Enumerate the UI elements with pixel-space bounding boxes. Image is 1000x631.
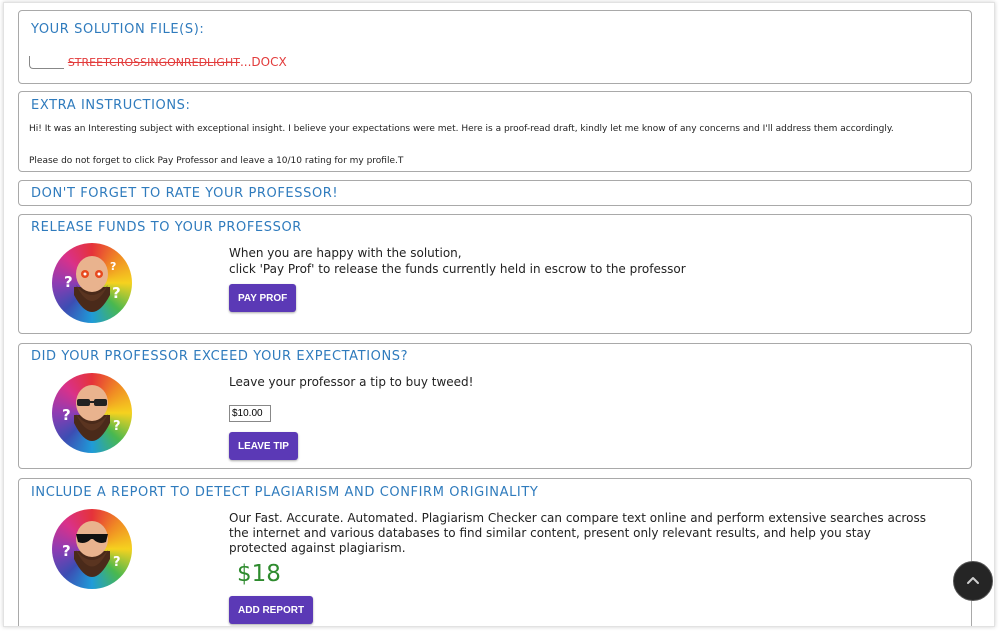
report-price: $18 [237, 561, 281, 587]
rate-professor-panel: DON'T FORGET TO RATE YOUR PROFESSOR! [18, 180, 972, 206]
svg-text:?: ? [62, 542, 71, 560]
chevron-up-icon [967, 577, 979, 584]
svg-text:?: ? [64, 273, 73, 291]
rate-professor-heading: DON'T FORGET TO RATE YOUR PROFESSOR! [31, 186, 339, 201]
plagiarism-report-heading: INCLUDE A REPORT TO DETECT PLAGIARISM AN… [31, 485, 539, 500]
tip-text: Leave your professor a tip to buy tweed! [229, 375, 474, 389]
release-funds-line-1: When you are happy with the solution, [229, 246, 462, 260]
solution-file-row: STREETCROSSINGONREDLIGHT...DOCX [29, 55, 287, 69]
svg-text:?: ? [113, 419, 121, 434]
avatar-drawing-icon: ? ? ? [64, 256, 121, 312]
plagiarism-report-panel: INCLUDE A REPORT TO DETECT PLAGIARISM AN… [18, 478, 972, 626]
extra-instructions-line-2: Please do not forget to click Pay Profes… [29, 156, 404, 166]
extra-instructions-heading: EXTRA INSTRUCTIONS: [31, 98, 191, 113]
page-frame: YOUR SOLUTION FILE(S): STREETCROSSINGONR… [3, 2, 995, 627]
file-icon [29, 56, 64, 69]
plagiarism-report-description: Our Fast. Accurate. Automated. Plagiaris… [229, 511, 926, 555]
avatar-drawing-icon: ? ? [62, 521, 121, 577]
leave-tip-button[interactable]: LEAVE TIP [229, 432, 298, 460]
extra-instructions-panel: EXTRA INSTRUCTIONS: Hi! It was an Intere… [18, 91, 972, 172]
solution-file-extension[interactable]: ...DOCX [240, 55, 287, 69]
professor-avatar-icon: ? ? ? [52, 243, 132, 323]
svg-text:?: ? [112, 284, 121, 302]
tip-panel: DID YOUR PROFESSOR EXCEED YOUR EXPECTATI… [18, 343, 972, 469]
extra-instructions-line-1: Hi! It was an Interesting subject with e… [29, 124, 894, 134]
avatar-drawing-icon: ? ? [62, 385, 121, 441]
svg-text:?: ? [110, 260, 116, 273]
tip-heading: DID YOUR PROFESSOR EXCEED YOUR EXPECTATI… [31, 349, 409, 364]
svg-text:?: ? [113, 555, 121, 570]
solution-files-heading: YOUR SOLUTION FILE(S): [31, 22, 205, 37]
solution-files-panel: YOUR SOLUTION FILE(S): STREETCROSSINGONR… [18, 10, 972, 84]
pay-prof-button[interactable]: PAY PROF [229, 284, 297, 312]
release-funds-heading: RELEASE FUNDS TO YOUR PROFESSOR [31, 220, 302, 235]
scroll-to-top-button[interactable] [953, 561, 993, 601]
add-report-button[interactable]: ADD REPORT [229, 596, 314, 624]
solution-file-link[interactable]: STREETCROSSINGONREDLIGHT [68, 56, 240, 69]
professor-avatar-sunglasses-icon: ? ? [52, 373, 132, 453]
tip-amount-input[interactable] [229, 405, 271, 422]
release-funds-panel: RELEASE FUNDS TO YOUR PROFESSOR ? ? ? Wh… [18, 214, 972, 334]
svg-text:?: ? [62, 406, 71, 424]
release-funds-line-2: click 'Pay Prof' to release the funds cu… [229, 262, 686, 276]
professor-avatar-shades-icon: ? ? [52, 509, 132, 589]
